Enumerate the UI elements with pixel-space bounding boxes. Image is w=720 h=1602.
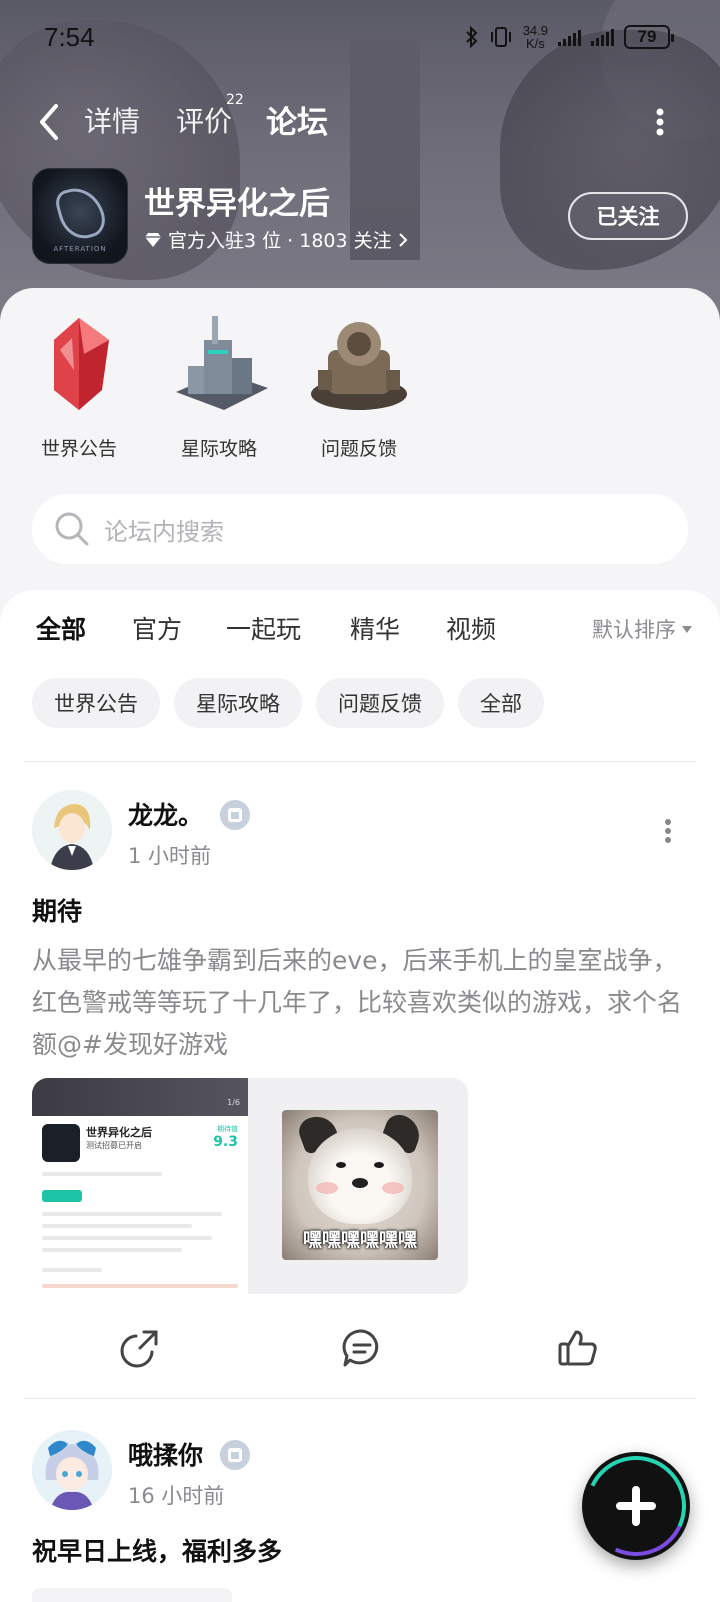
sci-fi-tower-icon — [176, 316, 268, 410]
game-meta-text: 官方入驻3 位 · 1803 关注 — [168, 230, 392, 252]
avatar[interactable] — [32, 1430, 112, 1510]
filter-tab-all[interactable]: 全部 — [36, 610, 87, 648]
filter-tab-featured[interactable]: 精华 — [350, 610, 400, 646]
next-post-image-peek — [32, 1588, 232, 1602]
husky-meme-image: 嘿嘿嘿嘿嘿嘿 — [282, 1110, 438, 1260]
mech-base-icon — [311, 322, 407, 410]
status-bar: 7:54 34.9 K/s 79 — [0, 18, 720, 58]
avatar[interactable] — [32, 790, 112, 870]
filter-tabs: 全部 官方 一起玩 精华 视频 默认排序 — [0, 610, 720, 654]
status-time: 7:54 — [44, 22, 95, 52]
game-meta[interactable]: 官方入驻3 位 · 1803 关注 — [144, 226, 408, 253]
red-crystal-icon — [54, 318, 109, 410]
chip-world-announcements[interactable]: 世界公告 — [32, 678, 160, 728]
user-avatar-illustration — [32, 790, 112, 870]
reviews-count-badge: 22 — [226, 92, 244, 108]
vibrate-icon — [490, 27, 511, 47]
sort-dropdown[interactable]: 默认排序 — [592, 614, 692, 644]
user-level-icon — [220, 800, 250, 830]
thumbs-up-icon[interactable] — [556, 1326, 600, 1370]
chip-feedback[interactable]: 问题反馈 — [316, 678, 444, 728]
chip-all[interactable]: 全部 — [458, 678, 544, 728]
post-author[interactable]: 哦揉你 — [128, 1436, 203, 1472]
post-image-screenshot[interactable]: 1/6 世界异化之后 测试招募已开启 期待值 9.3 — [32, 1078, 248, 1294]
divider — [24, 761, 696, 762]
post-body[interactable]: 从最早的七雄争霸到后来的eve，后来手机上的皇室战争，红色警戒等等玩了十几年了，… — [32, 940, 692, 1066]
shortcut-world-announcements[interactable]: 世界公告 — [14, 310, 144, 461]
share-icon[interactable] — [118, 1326, 162, 1370]
shortcut-star-guides[interactable]: 星际攻略 — [154, 310, 284, 461]
filter-tab-video[interactable]: 视频 — [446, 610, 496, 646]
more-options-icon[interactable] — [656, 108, 664, 136]
comment-icon[interactable] — [340, 1326, 384, 1370]
back-arrow-icon[interactable] — [36, 102, 66, 142]
user-avatar-illustration — [32, 1430, 112, 1510]
bluetooth-icon — [465, 26, 478, 48]
follow-button[interactable]: 已关注 — [568, 192, 688, 240]
filter-tab-play-together[interactable]: 一起玩 — [226, 610, 301, 646]
post-time: 16 小时前 — [128, 1484, 225, 1508]
tab-forum[interactable]: 论坛 — [264, 97, 330, 142]
signal-icon — [558, 28, 581, 46]
post-image-meme[interactable]: 嘿嘿嘿嘿嘿嘿 — [252, 1078, 468, 1294]
post-images: 1/6 世界异化之后 测试招募已开启 期待值 9.3 嘿嘿嘿嘿嘿嘿 — [32, 1078, 468, 1294]
game-app-icon[interactable]: AFTERATION — [32, 168, 128, 264]
divider — [24, 1398, 696, 1399]
post-author[interactable]: 龙龙。 — [128, 796, 203, 832]
post-title[interactable]: 祝早日上线，福利多多 — [32, 1532, 282, 1568]
top-navigation: 详情 评价 22 论坛 — [0, 92, 720, 154]
tab-reviews[interactable]: 评价 — [176, 100, 232, 140]
search-placeholder: 论坛内搜索 — [104, 517, 224, 546]
diamond-icon — [145, 232, 161, 247]
network-speed: 34.9 K/s — [522, 23, 548, 51]
chevron-right-icon — [398, 232, 408, 247]
user-level-icon — [220, 1440, 250, 1470]
shortcut-feedback[interactable]: 问题反馈 — [294, 310, 424, 461]
signal-icon-2 — [591, 28, 614, 46]
post-more-icon[interactable] — [664, 818, 672, 844]
game-title: 世界异化之后 — [144, 186, 330, 222]
post-title[interactable]: 期待 — [32, 892, 82, 928]
dropdown-caret-icon — [682, 625, 692, 633]
search-icon — [55, 512, 89, 546]
battery-indicator: 79 — [624, 25, 674, 49]
forum-search-bar[interactable]: 论坛内搜索 — [32, 494, 688, 564]
create-post-button[interactable] — [571, 1441, 701, 1571]
tab-details[interactable]: 详情 — [84, 100, 140, 140]
category-chips: 世界公告 星际攻略 问题反馈 全部 — [32, 678, 544, 728]
post-time: 1 小时前 — [128, 844, 212, 868]
chip-star-guides[interactable]: 星际攻略 — [174, 678, 302, 728]
filter-tab-official[interactable]: 官方 — [132, 610, 182, 646]
